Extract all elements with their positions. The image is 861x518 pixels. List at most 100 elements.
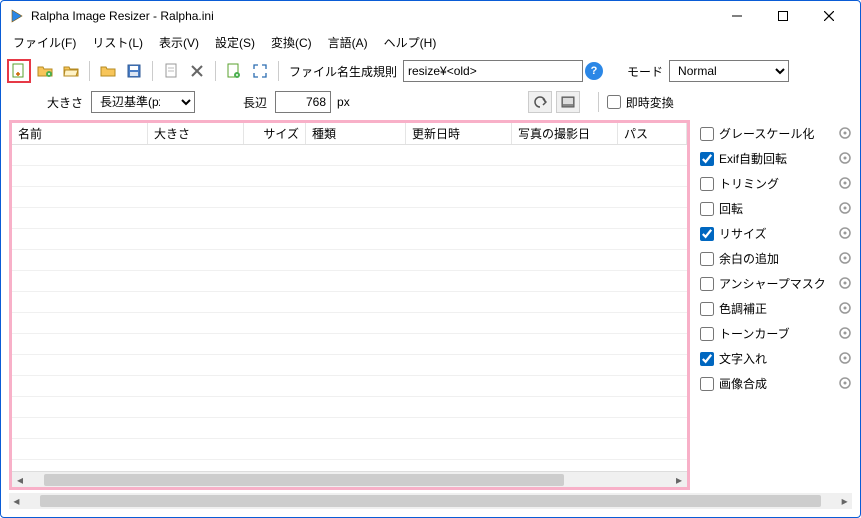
opt-margin[interactable]: 余白の追加 (696, 246, 858, 271)
opt-text[interactable]: 文字入れ (696, 346, 858, 371)
options-panel: グレースケール化 Exif自動回転 トリミング 回転 リサイズ (694, 117, 860, 493)
maximize-button[interactable] (760, 2, 806, 30)
long-side-input[interactable] (275, 91, 331, 113)
view-button[interactable] (556, 91, 580, 113)
opt-exif[interactable]: Exif自動回転 (696, 146, 858, 171)
instant-convert-row[interactable]: 即時変換 (607, 94, 674, 111)
col-size[interactable]: 大きさ (148, 123, 244, 144)
mode-label: モード (623, 63, 667, 80)
color-label: 色調補正 (719, 300, 838, 317)
gear-icon[interactable] (838, 251, 854, 267)
minimize-button[interactable] (714, 2, 760, 30)
col-filesize[interactable]: サイズ (244, 123, 306, 144)
open-folder-button[interactable] (59, 59, 83, 83)
rotate-checkbox[interactable] (700, 202, 714, 216)
titlebar: Ralpha Image Resizer - Ralpha.ini (1, 1, 860, 31)
gear-icon[interactable] (838, 226, 854, 242)
help-icon[interactable]: ? (585, 62, 603, 80)
save-button[interactable] (122, 59, 146, 83)
col-name[interactable]: 名前 (12, 123, 148, 144)
trimming-label: トリミング (719, 175, 838, 192)
gear-icon[interactable] (838, 301, 854, 317)
scroll-left-icon[interactable]: ◂ (9, 494, 24, 508)
menu-view[interactable]: 表示(V) (151, 31, 207, 54)
file-row (12, 271, 687, 292)
resize-label: リサイズ (719, 225, 838, 242)
scroll-right-icon[interactable]: ▸ (671, 473, 687, 487)
scroll-right-icon[interactable]: ▸ (837, 494, 852, 508)
file-row (12, 292, 687, 313)
file-list-hscroll[interactable]: ◂ ▸ (12, 471, 687, 487)
menu-help[interactable]: ヘルプ(H) (376, 31, 445, 54)
toolbar: ファイル名生成規則 ? モード Normal (1, 55, 860, 87)
color-checkbox[interactable] (700, 302, 714, 316)
resize-checkbox[interactable] (700, 227, 714, 241)
gear-icon[interactable] (838, 276, 854, 292)
trimming-checkbox[interactable] (700, 177, 714, 191)
scroll-left-icon[interactable]: ◂ (12, 473, 28, 487)
delete-button[interactable] (185, 59, 209, 83)
opt-tone[interactable]: トーンカーブ (696, 321, 858, 346)
grayscale-checkbox[interactable] (700, 127, 714, 141)
menu-list[interactable]: リスト(L) (84, 31, 151, 54)
menu-convert[interactable]: 変換(C) (263, 31, 320, 54)
col-modified[interactable]: 更新日時 (406, 123, 512, 144)
scroll-thumb[interactable] (44, 474, 564, 486)
opt-grayscale[interactable]: グレースケール化 (696, 121, 858, 146)
tone-checkbox[interactable] (700, 327, 714, 341)
menu-file[interactable]: ファイル(F) (5, 31, 84, 54)
app-window: Ralpha Image Resizer - Ralpha.ini ファイル(F… (0, 0, 861, 518)
file-row (12, 250, 687, 271)
window-hscroll[interactable]: ◂ ▸ (9, 493, 852, 509)
grayscale-label: グレースケール化 (719, 125, 838, 142)
file-row (12, 334, 687, 355)
sizebar: 大きさ 長辺基準(px) 長辺 px 即時変換 (1, 87, 860, 117)
gear-icon[interactable] (838, 176, 854, 192)
gear-icon[interactable] (838, 376, 854, 392)
opt-trimming[interactable]: トリミング (696, 171, 858, 196)
undo-button[interactable] (528, 91, 552, 113)
exif-checkbox[interactable] (700, 152, 714, 166)
menu-lang[interactable]: 言語(A) (320, 31, 376, 54)
text-checkbox[interactable] (700, 352, 714, 366)
close-button[interactable] (806, 2, 852, 30)
doc-button[interactable] (159, 59, 183, 83)
instant-convert-label: 即時変換 (626, 94, 674, 111)
margin-checkbox[interactable] (700, 252, 714, 266)
file-list-body[interactable] (12, 145, 687, 471)
col-shotdate[interactable]: 写真の撮影日 (512, 123, 618, 144)
rule-input[interactable] (403, 60, 583, 82)
opt-compose[interactable]: 画像合成 (696, 371, 858, 396)
mode-select[interactable]: Normal (669, 60, 789, 82)
instant-convert-checkbox[interactable] (607, 95, 621, 109)
doc-plus-button[interactable] (222, 59, 246, 83)
menu-settings[interactable]: 設定(S) (207, 31, 263, 54)
compose-checkbox[interactable] (700, 377, 714, 391)
fullscreen-button[interactable] (248, 59, 272, 83)
col-type[interactable]: 種類 (306, 123, 406, 144)
add-folder-button[interactable] (33, 59, 57, 83)
opt-unsharp[interactable]: アンシャープマスク (696, 271, 858, 296)
file-row (12, 376, 687, 397)
add-files-button[interactable] (7, 59, 31, 83)
unsharp-checkbox[interactable] (700, 277, 714, 291)
size-basis-select[interactable]: 長辺基準(px) (91, 91, 195, 113)
col-path[interactable]: パス (618, 123, 687, 144)
toolbar-sep-1 (89, 61, 90, 81)
opt-resize[interactable]: リサイズ (696, 221, 858, 246)
gear-icon[interactable] (838, 201, 854, 217)
file-row (12, 418, 687, 439)
margin-label: 余白の追加 (719, 250, 838, 267)
unit-label: px (337, 95, 350, 109)
scroll-thumb[interactable] (40, 495, 821, 507)
gear-icon[interactable] (838, 151, 854, 167)
titlebar-buttons (714, 2, 852, 30)
compose-label: 画像合成 (719, 375, 838, 392)
gear-icon[interactable] (838, 326, 854, 342)
folder-a-button[interactable] (96, 59, 120, 83)
gear-icon[interactable] (838, 351, 854, 367)
gear-icon[interactable] (838, 126, 854, 142)
window-title: Ralpha Image Resizer - Ralpha.ini (31, 9, 714, 23)
opt-rotate[interactable]: 回転 (696, 196, 858, 221)
opt-color[interactable]: 色調補正 (696, 296, 858, 321)
